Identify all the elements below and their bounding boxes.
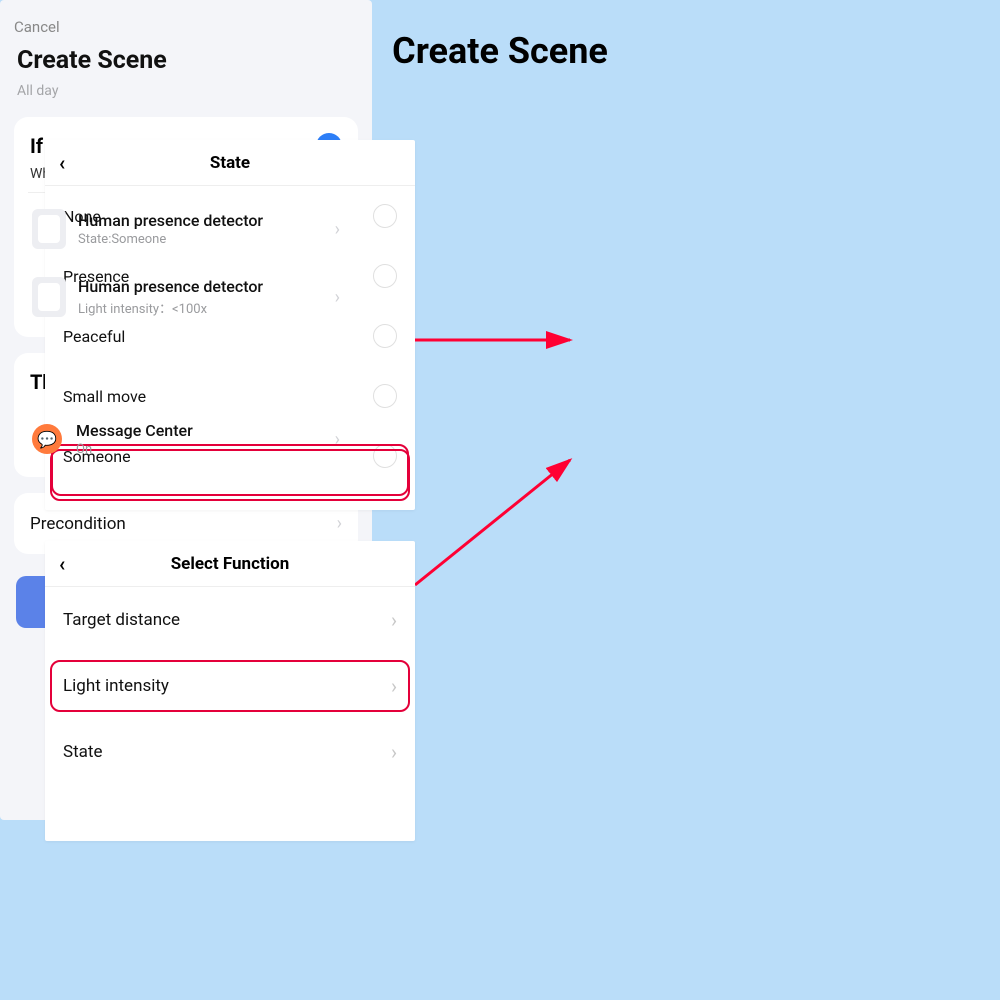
- condition-row-2[interactable]: Human presence detector Light intensity：…: [30, 265, 342, 333]
- function-panel-header: ‹ Select Function: [45, 541, 415, 587]
- condition-text: Human presence detector Light intensity：…: [78, 277, 335, 317]
- page-title: Create Scene: [0, 30, 1000, 72]
- action-row-1[interactable]: 💬 Message Center On ›: [30, 409, 342, 473]
- back-icon[interactable]: ‹: [59, 153, 79, 173]
- state-option-label: Small move: [63, 387, 146, 406]
- chevron-right-icon: ›: [335, 219, 340, 240]
- function-option-target-distance[interactable]: Target distance ›: [45, 587, 415, 653]
- radio-icon: [373, 324, 397, 348]
- radio-icon: [373, 204, 397, 228]
- function-option-label: Target distance: [63, 610, 180, 630]
- radio-icon: [373, 264, 397, 288]
- device-subtext: Light intensity：<100x: [78, 298, 335, 317]
- condition-text: Human presence detector State:Someone: [78, 211, 335, 247]
- device-icon: [32, 209, 66, 249]
- arrow-to-if-1: [415, 330, 580, 400]
- chevron-right-icon: ›: [335, 429, 340, 450]
- chevron-right-icon: ›: [391, 674, 397, 698]
- scene-subtitle: All day: [17, 83, 355, 99]
- device-subtext: State:Someone: [78, 232, 335, 247]
- function-option-label: State: [63, 742, 102, 762]
- action-name: Message Center: [76, 421, 335, 440]
- chevron-right-icon: ›: [335, 287, 340, 308]
- device-icon: [32, 277, 66, 317]
- message-icon: 💬: [32, 424, 62, 454]
- chevron-right-icon: ›: [391, 740, 397, 764]
- state-panel-title: State: [210, 153, 250, 173]
- function-option-label: Light intensity: [63, 676, 169, 696]
- action-text: Message Center On: [76, 421, 335, 457]
- device-name: Human presence detector: [78, 277, 335, 296]
- arrow-to-if-2: [415, 455, 580, 705]
- device-name: Human presence detector: [78, 211, 335, 230]
- function-panel: ‹ Select Function Target distance › Ligh…: [45, 541, 415, 841]
- radio-icon: [373, 384, 397, 408]
- function-option-state[interactable]: State ›: [45, 719, 415, 785]
- radio-icon: [373, 444, 397, 468]
- precondition-label: Precondition: [30, 514, 126, 534]
- chevron-right-icon: ›: [337, 513, 342, 534]
- state-panel-header: ‹ State: [45, 140, 415, 186]
- condition-row-1[interactable]: Human presence detector State:Someone ›: [30, 197, 342, 265]
- function-panel-title: Select Function: [171, 554, 290, 574]
- back-icon[interactable]: ‹: [59, 554, 79, 574]
- function-option-light-intensity[interactable]: Light intensity ›: [45, 653, 415, 719]
- chevron-right-icon: ›: [391, 608, 397, 632]
- action-subtext: On: [76, 442, 335, 457]
- if-heading: If: [30, 134, 43, 158]
